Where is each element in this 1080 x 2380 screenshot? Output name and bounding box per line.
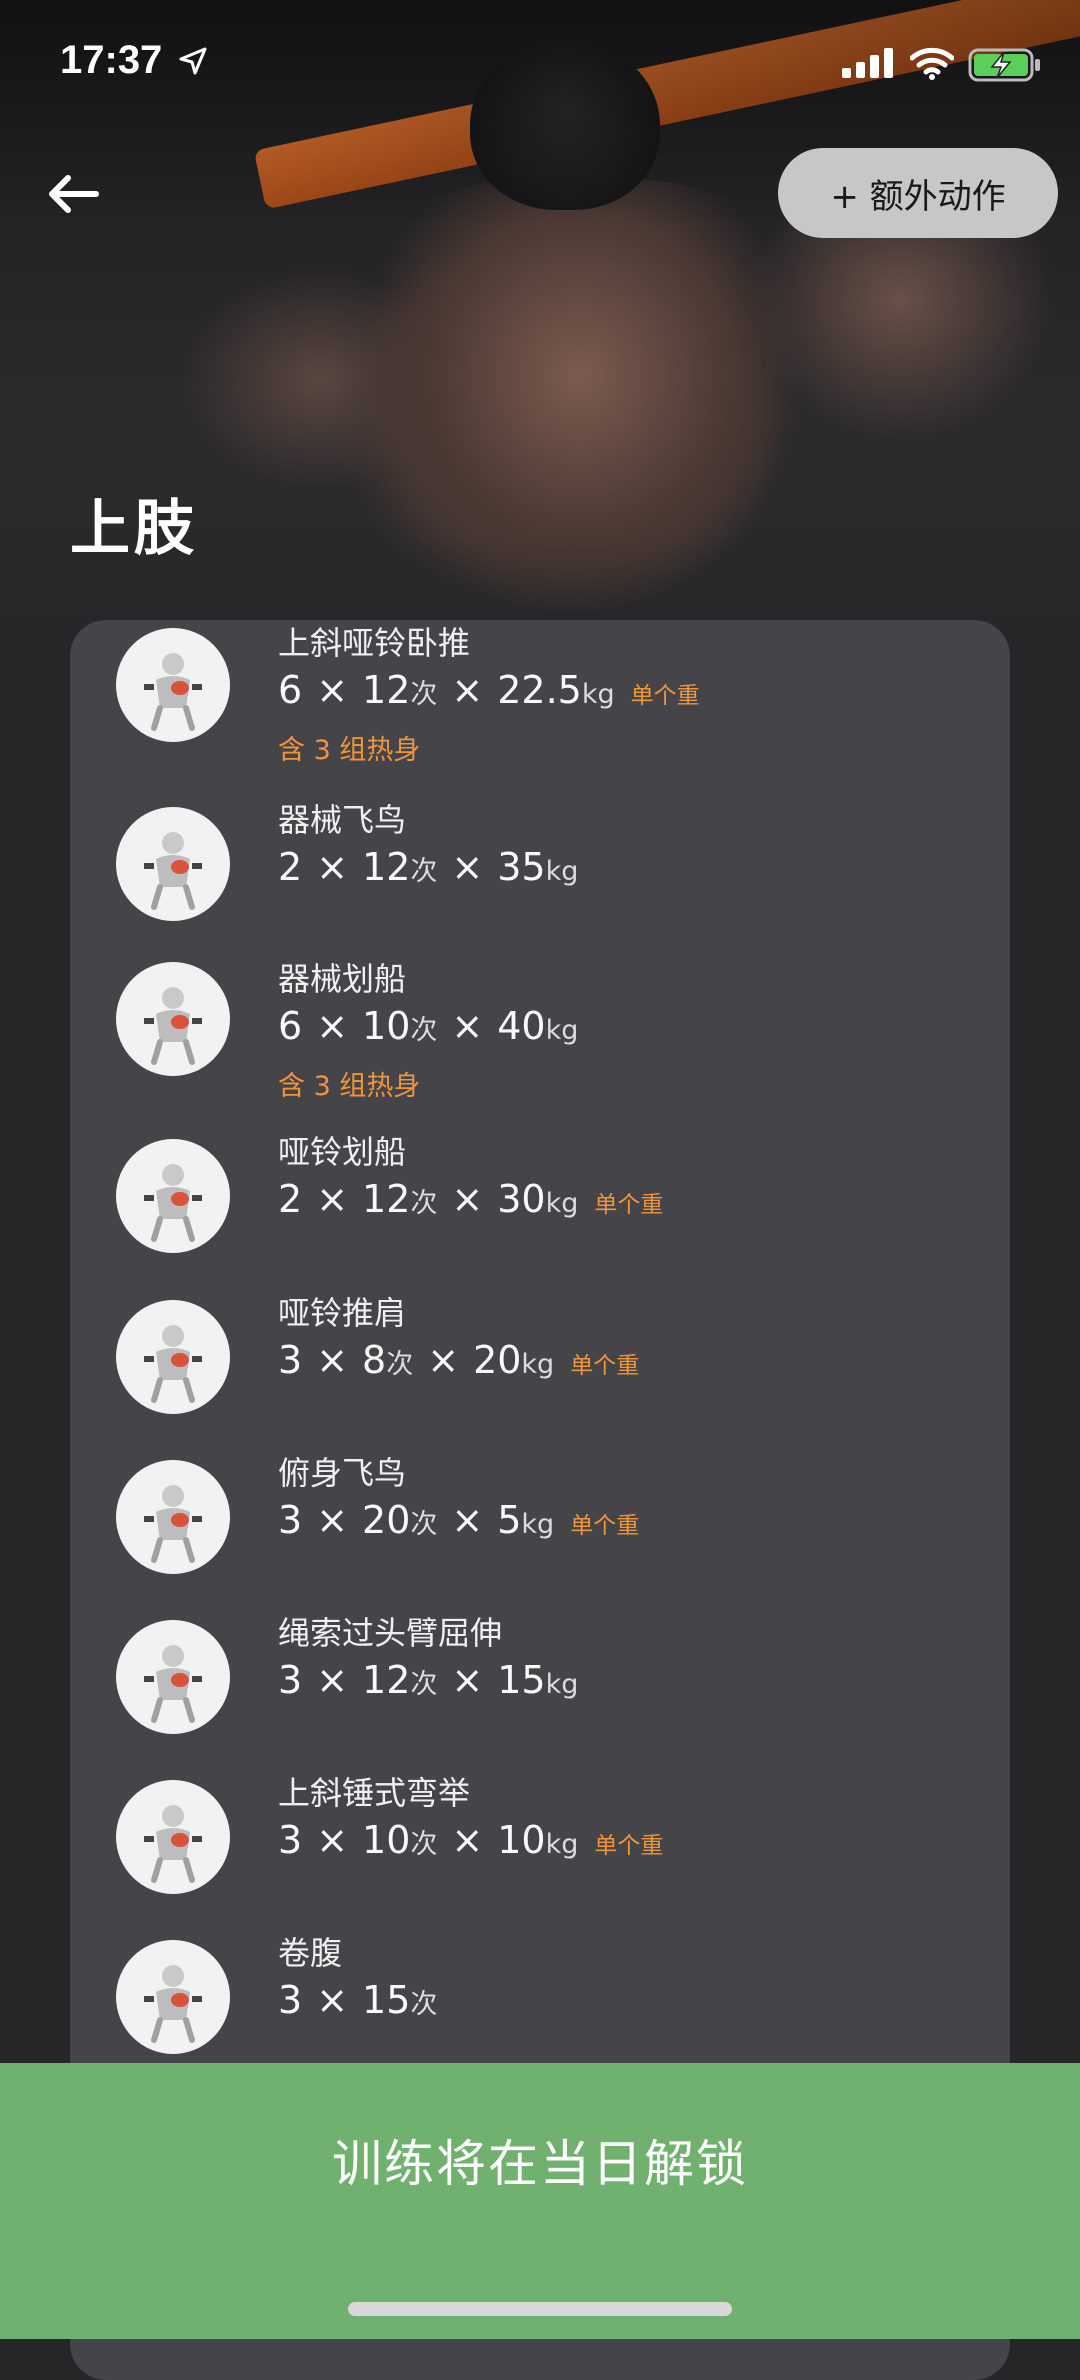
reps-unit: 次: [386, 1349, 414, 1380]
battery-charging-icon: [968, 48, 1040, 82]
sets-value: 3: [278, 1498, 303, 1542]
exercise-illustration-icon: [116, 1139, 230, 1253]
reps-unit: 次: [410, 1669, 438, 1700]
warmup-note: 含 3 组热身: [278, 735, 421, 766]
exercise-name: 哑铃推肩: [278, 1294, 407, 1332]
add-extra-exercise-button[interactable]: + 额外动作: [778, 148, 1058, 238]
sets-value: 6: [278, 668, 303, 712]
reps-value: 10: [362, 1818, 411, 1862]
weight-unit: kg: [581, 679, 615, 710]
reps-value: 10: [362, 1004, 411, 1048]
back-arrow-icon[interactable]: [44, 166, 104, 222]
exercise-row[interactable]: 俯身飞鸟 3 × 20次 × 5kg 单个重: [70, 1436, 1010, 1596]
per-dumbbell-note: 单个重: [594, 1833, 664, 1859]
exercise-spec: 2 × 12次 × 30kg 单个重: [278, 1177, 664, 1221]
sets-value: 3: [278, 1978, 303, 2022]
exercise-spec: 6 × 10次 × 40kg: [278, 1004, 579, 1048]
weight-unit: kg: [545, 1188, 579, 1219]
exercise-row[interactable]: 卷腹 3 × 15次: [70, 1916, 1010, 2076]
page-title: 上肢: [70, 494, 198, 564]
sets-value: 2: [278, 845, 303, 889]
weight-value: 22.5: [497, 668, 582, 712]
status-bar: 17:37: [0, 0, 1080, 130]
reps-unit: 次: [410, 856, 438, 887]
exercise-illustration-icon: [116, 1780, 230, 1894]
weight-unit: kg: [545, 1669, 579, 1700]
weight-unit: kg: [545, 1015, 579, 1046]
exercise-spec: 3 × 15次: [278, 1978, 438, 2022]
reps-value: 12: [362, 845, 411, 889]
per-dumbbell-note: 单个重: [594, 1192, 664, 1218]
sets-value: 6: [278, 1004, 303, 1048]
per-dumbbell-note: 单个重: [570, 1513, 640, 1539]
weight-unit: kg: [521, 1349, 555, 1380]
reps-unit: 次: [410, 1829, 438, 1860]
exercise-name: 卷腹: [278, 1934, 343, 1972]
exercise-name: 俯身飞鸟: [278, 1454, 407, 1492]
exercise-spec: 3 × 12次 × 15kg: [278, 1658, 579, 1702]
exercise-spec: 3 × 10次 × 10kg 单个重: [278, 1818, 664, 1862]
exercise-spec: 3 × 8次 × 20kg 单个重: [278, 1338, 640, 1382]
location-arrow-icon: [179, 47, 207, 75]
reps-unit: 次: [410, 1509, 438, 1540]
reps-unit: 次: [410, 679, 438, 710]
weight-value: 35: [497, 845, 546, 889]
per-dumbbell-note: 单个重: [570, 1353, 640, 1379]
reps-value: 8: [362, 1338, 387, 1382]
unlock-label: 训练将在当日解锁: [332, 2135, 748, 2193]
sets-value: 2: [278, 1177, 303, 1221]
exercise-spec: 2 × 12次 × 35kg: [278, 845, 579, 889]
reps-value: 12: [362, 1658, 411, 1702]
exercise-spec: 3 × 20次 × 5kg 单个重: [278, 1498, 640, 1542]
home-indicator: [348, 2302, 732, 2316]
reps-value: 12: [362, 1177, 411, 1221]
exercise-illustration-icon: [116, 1460, 230, 1574]
weight-unit: kg: [545, 856, 579, 887]
exercise-illustration-icon: [116, 1300, 230, 1414]
weight-value: 30: [497, 1177, 546, 1221]
weight-value: 20: [473, 1338, 522, 1382]
exercise-illustration-icon: [116, 1620, 230, 1734]
weight-unit: kg: [545, 1829, 579, 1860]
status-time: 17:37: [60, 38, 163, 82]
reps-unit: 次: [410, 1015, 438, 1046]
exercise-row[interactable]: 绳索过头臂屈伸 3 × 12次 × 15kg: [70, 1596, 1010, 1756]
sets-value: 3: [278, 1338, 303, 1382]
exercise-name: 哑铃划船: [278, 1133, 407, 1171]
exercise-row[interactable]: 器械飞鸟 2 × 12次 × 35kg: [70, 783, 1010, 943]
cellular-signal-icon: [842, 48, 893, 78]
weight-value: 40: [497, 1004, 546, 1048]
reps-unit: 次: [410, 1188, 438, 1219]
exercise-row[interactable]: 哑铃划船 2 × 12次 × 30kg 单个重: [70, 1115, 1010, 1275]
exercise-name: 绳索过头臂屈伸: [278, 1614, 503, 1652]
exercise-row[interactable]: 上斜哑铃卧推 6 × 12次 × 22.5kg 单个重含 3 组热身: [70, 620, 1010, 766]
exercise-illustration-icon: [116, 807, 230, 921]
reps-value: 12: [362, 668, 411, 712]
wifi-icon: [910, 47, 954, 80]
exercise-row[interactable]: 上斜锤式弯举 3 × 10次 × 10kg 单个重: [70, 1756, 1010, 1916]
weight-value: 10: [497, 1818, 546, 1862]
reps-value: 15: [362, 1978, 411, 2022]
exercise-illustration-icon: [116, 628, 230, 742]
exercise-illustration-icon: [116, 962, 230, 1076]
exercise-name: 上斜锤式弯举: [278, 1774, 471, 1812]
exercise-name: 器械飞鸟: [278, 801, 407, 839]
sets-value: 3: [278, 1658, 303, 1702]
warmup-note: 含 3 组热身: [278, 1071, 421, 1102]
exercise-name: 上斜哑铃卧推: [278, 624, 471, 662]
exercise-row[interactable]: 器械划船 6 × 10次 × 40kg 含 3 组热身: [70, 942, 1010, 1102]
exercise-illustration-icon: [116, 1940, 230, 2054]
weight-value: 15: [497, 1658, 546, 1702]
per-dumbbell-note: 单个重: [630, 683, 700, 709]
unlock-banner: [0, 2063, 1080, 2339]
exercise-row[interactable]: 哑铃推肩 3 × 8次 × 20kg 单个重: [70, 1276, 1010, 1436]
exercise-name: 器械划船: [278, 960, 407, 998]
sets-value: 3: [278, 1818, 303, 1862]
reps-unit: 次: [410, 1989, 438, 2020]
weight-value: 5: [497, 1498, 522, 1542]
weight-unit: kg: [521, 1509, 555, 1540]
reps-value: 20: [362, 1498, 411, 1542]
exercise-spec: 6 × 12次 × 22.5kg 单个重: [278, 668, 700, 712]
